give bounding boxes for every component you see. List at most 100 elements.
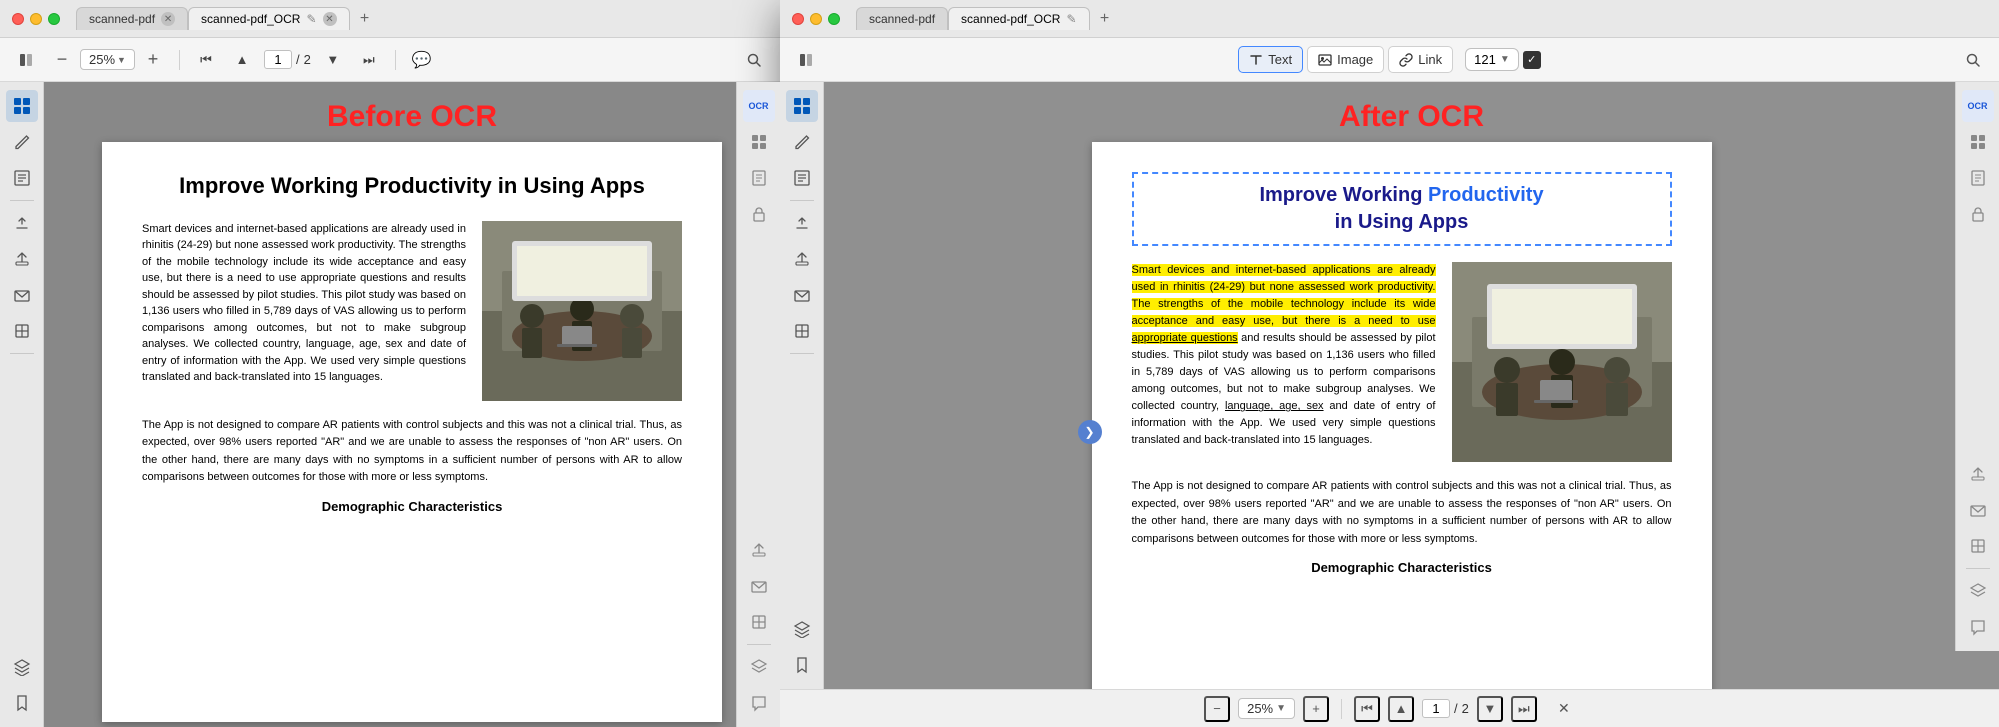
bottom-next-page-btn[interactable]: ▼ <box>1477 696 1503 722</box>
minimize-button-right[interactable] <box>810 13 822 25</box>
sidebar-btn-bookmark[interactable] <box>6 687 38 719</box>
bottom-last-page-btn[interactable]: ⏭ <box>1511 696 1537 722</box>
tab-scanned-pdf-left[interactable]: scanned-pdf ✕ <box>76 7 188 30</box>
right-sidebar-btn-ocr[interactable]: OCR <box>743 90 775 122</box>
right-sidebar-btn-layers-left[interactable] <box>743 651 775 683</box>
first-page-btn[interactable]: ⏮ <box>192 46 220 74</box>
tab-scanned-pdf-right[interactable]: scanned-pdf <box>856 7 948 30</box>
edit-icon-right[interactable]: ✎ <box>1066 12 1076 26</box>
right-sidebar-btn-mail-left[interactable] <box>743 570 775 602</box>
right2-plugin-btn[interactable] <box>1962 530 1994 562</box>
toolbar-sep-2 <box>395 50 396 70</box>
right-pdf-page: Improve Working Productivity in Using Ap… <box>1092 142 1712 689</box>
sidebar-btn-edit[interactable] <box>6 126 38 158</box>
sidebar-btn-mail[interactable] <box>6 279 38 311</box>
tab-scanned-pdf-ocr-right[interactable]: scanned-pdf_OCR ✎ <box>948 7 1089 30</box>
right-sidebar-btn-stamp[interactable] <box>786 207 818 239</box>
right-paragraph2: The App is not designed to compare AR pa… <box>1132 478 1672 548</box>
right-sidebar-btn-thumbnail[interactable] <box>786 90 818 122</box>
image-tool-btn[interactable]: Image <box>1307 46 1384 73</box>
right2-lock-btn[interactable] <box>1962 198 1994 230</box>
bottom-zoom-display[interactable]: 25% ▼ <box>1238 698 1295 719</box>
right-sidebar-btn-plugin[interactable] <box>786 315 818 347</box>
right-sidebar-btn-comment-left[interactable] <box>743 687 775 719</box>
right2-thumbnail-btn[interactable] <box>1962 126 1994 158</box>
close-button-right[interactable] <box>792 13 804 25</box>
add-tab-right[interactable]: + <box>1094 8 1116 30</box>
edit-icon-left[interactable]: ✎ <box>306 12 316 26</box>
sidebar-btn-stamp[interactable] <box>6 207 38 239</box>
left-paragraph2: The App is not designed to compare AR pa… <box>142 417 682 487</box>
right-sidebar-btn-thumbnail-left[interactable] <box>743 126 775 158</box>
right-pdf-area[interactable]: After OCR ❯ Improve Working Productivity… <box>824 82 1999 689</box>
sidebar-toggle-btn[interactable] <box>12 46 40 74</box>
right-sidebar-btn-bookmark[interactable] <box>786 649 818 681</box>
next-page-btn[interactable]: ▼ <box>319 46 347 74</box>
bottom-page-sep: / <box>1454 701 1458 716</box>
right-two-col: Smart devices and internet-based applica… <box>1132 262 1672 462</box>
image-tool-label: Image <box>1337 52 1373 67</box>
sidebar-btn-notes[interactable] <box>6 162 38 194</box>
close-button[interactable] <box>12 13 24 25</box>
zoom-out-btn[interactable]: − <box>48 46 76 74</box>
right-sidebar-btn-lock-left[interactable] <box>743 198 775 230</box>
underline-1: appropriate questions <box>1132 332 1238 344</box>
zoom-widget-right[interactable]: 121 ▼ <box>1465 48 1519 71</box>
right-pdf-title: Improve Working Productivity in Using Ap… <box>1144 182 1660 236</box>
maximize-button[interactable] <box>48 13 60 25</box>
left-right-sidebar: OCR <box>736 82 780 727</box>
right-sidebar-btn-plugin-left[interactable] <box>743 606 775 638</box>
zoom-in-btn[interactable]: + <box>139 46 167 74</box>
link-tool-label: Link <box>1418 52 1442 67</box>
right-sidebar-btn-document-left[interactable] <box>743 162 775 194</box>
right2-mail-btn[interactable] <box>1962 494 1994 526</box>
prev-page-btn[interactable]: ▲ <box>228 46 256 74</box>
right2-ocr-btn[interactable]: OCR <box>1962 90 1994 122</box>
bottom-first-page-btn[interactable]: ⏮ <box>1354 696 1380 722</box>
right-title-line2: in Using Apps <box>1335 211 1469 233</box>
text-tool-btn[interactable]: Text <box>1238 46 1303 73</box>
page-input-left[interactable] <box>264 50 292 69</box>
right2-share-btn[interactable] <box>1962 458 1994 490</box>
right2-layers-btn[interactable] <box>1962 575 1994 607</box>
checkbox-right[interactable]: ✓ <box>1523 51 1541 69</box>
right-traffic-lights <box>792 13 840 25</box>
right2-document-btn[interactable] <box>1962 162 1994 194</box>
minimize-button[interactable] <box>30 13 42 25</box>
text-tool-icon <box>1249 53 1263 67</box>
sidebar-btn-share[interactable] <box>6 243 38 275</box>
link-tool-btn[interactable]: Link <box>1388 46 1453 73</box>
sidebar-btn-plugin[interactable] <box>6 315 38 347</box>
add-tab-left[interactable]: + <box>354 8 376 30</box>
bottom-close-btn[interactable]: ✕ <box>1553 698 1575 720</box>
bottom-zoom-out-btn[interactable]: − <box>1204 696 1230 722</box>
comment-btn[interactable]: 💬 <box>408 46 436 74</box>
right-sidebar-btn-notes[interactable] <box>786 162 818 194</box>
bottom-page-input[interactable] <box>1422 699 1450 718</box>
last-page-btn[interactable]: ⏭ <box>355 46 383 74</box>
left-pdf-area[interactable]: Before OCR Improve Working Productivity … <box>44 82 780 727</box>
text-tool-label: Text <box>1268 52 1292 67</box>
zoom-display-left[interactable]: 25% ▼ <box>80 49 135 70</box>
right-sidebar-btn-edit[interactable] <box>786 126 818 158</box>
bottom-prev-page-btn[interactable]: ▲ <box>1388 696 1414 722</box>
search-btn-left[interactable] <box>740 46 768 74</box>
right-sidebar-btn-mail[interactable] <box>786 279 818 311</box>
right-sidebar-btn-share-left[interactable] <box>743 534 775 566</box>
right2-comment-btn[interactable] <box>1962 611 1994 643</box>
tab-scanned-pdf-ocr-left[interactable]: scanned-pdf_OCR ✎ ✕ <box>188 7 349 30</box>
bottom-zoom-in-btn[interactable]: + <box>1303 696 1329 722</box>
tab-close-ocr-left[interactable]: ✕ <box>323 12 337 26</box>
left-pdf-page: Improve Working Productivity in Using Ap… <box>102 142 722 722</box>
sidebar-btn-thumbnail[interactable] <box>6 90 38 122</box>
right-sidebar-btn-share[interactable] <box>786 243 818 275</box>
sidebar-toggle-btn-right[interactable] <box>792 46 820 74</box>
search-btn-right[interactable] <box>1959 46 1987 74</box>
page-nav-arrow-right[interactable]: ❯ <box>1078 420 1102 444</box>
right-sidebar-divider-left <box>747 644 771 645</box>
maximize-button-right[interactable] <box>828 13 840 25</box>
right-content-area: After OCR ❯ Improve Working Productivity… <box>780 82 1999 689</box>
tab-close-left[interactable]: ✕ <box>161 12 175 26</box>
right-sidebar-btn-layers[interactable] <box>786 613 818 645</box>
sidebar-btn-layers[interactable] <box>6 651 38 683</box>
